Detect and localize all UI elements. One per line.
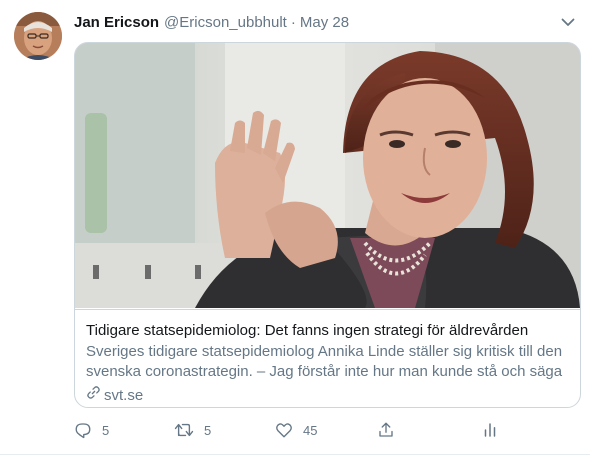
- reply-icon: [74, 421, 92, 439]
- tweet[interactable]: Jan Ericson @Ericson_ubbhult · May 28 Ti…: [0, 0, 590, 455]
- share-icon: [377, 421, 395, 439]
- chevron-down-icon[interactable]: [558, 12, 578, 32]
- analytics-icon: [481, 421, 499, 439]
- analytics-button[interactable]: [481, 418, 499, 442]
- tweet-actions: 5 5 45: [68, 418, 508, 442]
- avatar[interactable]: [14, 12, 62, 60]
- share-button[interactable]: [377, 418, 395, 442]
- author-name[interactable]: Jan Ericson: [74, 14, 159, 31]
- retweet-icon: [174, 421, 194, 439]
- tweet-header: Jan Ericson @Ericson_ubbhult · May 28: [74, 12, 578, 32]
- like-button[interactable]: 45: [275, 418, 317, 442]
- card-domain: svt.se: [86, 385, 570, 405]
- link-icon: [86, 385, 104, 405]
- reply-button[interactable]: 5: [74, 418, 109, 442]
- retweet-button[interactable]: 5: [174, 418, 211, 442]
- card-body[interactable]: Tidigare statsepidemiolog: Det fanns ing…: [75, 309, 580, 407]
- card-title: Tidigare statsepidemiolog: Det fanns ing…: [86, 322, 529, 339]
- like-count: 45: [303, 422, 318, 438]
- like-icon: [275, 421, 293, 439]
- link-card[interactable]: Tidigare statsepidemiolog: Det fanns ing…: [74, 42, 581, 408]
- retweet-count: 5: [204, 422, 212, 438]
- card-description: Sveriges tidigare statsepidemiolog Annik…: [86, 343, 563, 380]
- tweet-date[interactable]: May 28: [300, 14, 349, 31]
- author-handle[interactable]: @Ericson_ubbhult: [164, 14, 287, 31]
- reply-count: 5: [102, 422, 110, 438]
- separator-dot: ·: [290, 13, 296, 31]
- card-domain-label: svt.se: [104, 386, 144, 404]
- card-image[interactable]: [75, 43, 580, 308]
